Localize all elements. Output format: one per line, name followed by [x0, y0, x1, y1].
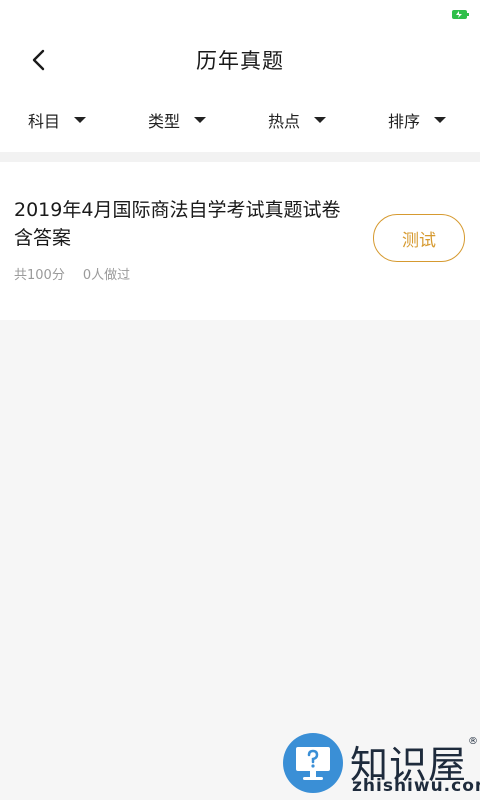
header: 历年真题 [0, 32, 480, 88]
exam-title: 2019年4月国际商法自学考试真题试卷含答案 [14, 199, 341, 249]
status-bar [0, 0, 480, 24]
filter-type[interactable]: 类型 [148, 100, 207, 140]
top-area: 历年真题 科目 类型 热点 排序 [0, 0, 480, 152]
watermark-domain: zhishiwu.com [352, 776, 480, 796]
question-monitor-icon [283, 733, 343, 793]
section-divider [0, 152, 480, 162]
watermark-registered: ® [468, 736, 478, 747]
filter-subject-label: 科目 [28, 112, 61, 131]
exam-meta: 共100分 0人做过 [14, 264, 130, 283]
watermark-logo: 知识屋 ® zhishiwu.com [280, 732, 480, 800]
filter-hot[interactable]: 热点 [268, 100, 327, 140]
filter-sort[interactable]: 排序 [388, 100, 447, 140]
page-title: 历年真题 [196, 49, 284, 73]
test-button[interactable]: 测试 [373, 214, 465, 262]
filter-hot-label: 热点 [268, 112, 301, 131]
caret-down-icon [74, 117, 87, 123]
exam-list-item[interactable]: 2019年4月国际商法自学考试真题试卷含答案 共100分 0人做过 测试 [0, 162, 480, 320]
filter-type-label: 类型 [148, 112, 181, 131]
filter-sort-label: 排序 [388, 112, 421, 131]
exam-participants: 0人做过 [82, 268, 131, 283]
filter-bar: 科目 类型 热点 排序 [0, 100, 480, 140]
exam-total-score: 共100分 [14, 268, 65, 283]
caret-down-icon [314, 117, 327, 123]
filter-subject[interactable]: 科目 [28, 100, 87, 140]
caret-down-icon [434, 117, 447, 123]
battery-charging-icon [452, 10, 469, 19]
caret-down-icon [194, 117, 207, 123]
